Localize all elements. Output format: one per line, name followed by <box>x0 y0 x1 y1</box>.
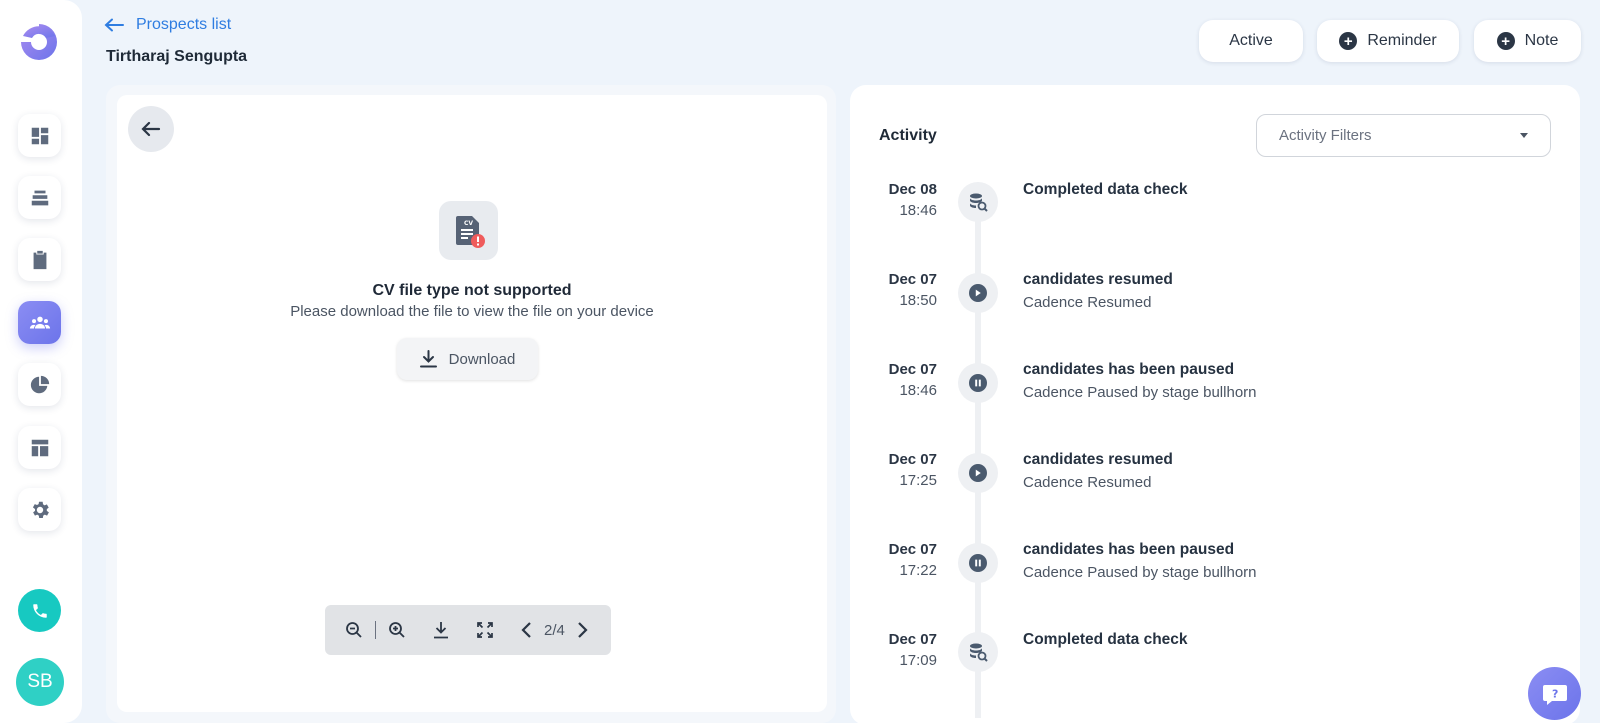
zoom-out-button[interactable] <box>343 619 365 641</box>
play-icon <box>958 453 998 493</box>
zoom-out-icon <box>346 622 362 638</box>
download-icon <box>434 622 448 639</box>
pause-icon <box>958 543 998 583</box>
activity-time: 18:50 <box>899 292 937 309</box>
toolbar-download-button[interactable] <box>430 619 452 641</box>
activity-date: Dec 07 <box>888 541 937 558</box>
back-link-label: Prospects list <box>136 16 232 33</box>
activity-item: Dec 07 17:09 Completed data check <box>880 631 1440 711</box>
cv-file-icon: CV <box>455 215 485 248</box>
app-logo[interactable] <box>19 22 59 62</box>
cv-error-message: Please download the file to view the fil… <box>290 303 654 320</box>
activity-subtitle-text: Cadence Paused by stage bullhorn <box>1023 564 1257 581</box>
zoom-in-button[interactable] <box>386 619 408 641</box>
download-label: Download <box>448 350 516 368</box>
layers-icon <box>31 190 48 205</box>
activity-title-text: Completed data check <box>1023 181 1188 198</box>
activity-time: 18:46 <box>899 202 937 219</box>
data-check-icon <box>958 632 998 672</box>
activity-date: Dec 07 <box>888 271 937 288</box>
sidebar-item-tasks[interactable] <box>18 238 61 281</box>
activity-item: Dec 08 18:46 Completed data check <box>880 181 1440 261</box>
fullscreen-icon <box>477 622 493 638</box>
back-to-prospects-link[interactable]: Prospects list <box>104 14 231 36</box>
toolbar-divider <box>375 621 376 639</box>
status-label: Active <box>1229 32 1273 49</box>
activity-item: Dec 07 17:22 candidates has been paused … <box>880 541 1440 621</box>
phone-icon <box>32 603 47 618</box>
arrow-left-icon <box>141 121 161 137</box>
layout-icon <box>31 439 48 456</box>
activity-title-text: candidates resumed <box>1023 451 1173 468</box>
plus-icon: + <box>1496 32 1515 50</box>
note-label: Note <box>1524 32 1559 49</box>
gear-icon <box>32 501 49 518</box>
sidebar-item-reports[interactable] <box>18 363 61 406</box>
chevron-left-icon <box>521 622 531 638</box>
sidebar: SB <box>0 0 82 723</box>
sidebar-item-settings[interactable] <box>18 488 61 531</box>
dashboard-icon <box>31 127 48 144</box>
activity-title: Activity <box>879 127 937 144</box>
prospect-name: Tirtharaj Sengupta <box>106 48 248 65</box>
reminder-label: Reminder <box>1367 32 1437 49</box>
activity-filter-placeholder: Activity Filters <box>1279 127 1372 144</box>
help-chat-icon: ? <box>1542 684 1567 705</box>
plus-icon: + <box>1339 32 1358 50</box>
clipboard-icon <box>33 250 46 269</box>
arrow-left-icon <box>104 18 124 32</box>
status-button[interactable]: Active <box>1199 20 1303 62</box>
activity-date: Dec 08 <box>888 181 937 198</box>
download-icon <box>419 350 437 368</box>
activity-date: Dec 07 <box>888 451 937 468</box>
activity-time: 17:25 <box>899 472 937 489</box>
activity-title-text: Completed data check <box>1023 631 1188 648</box>
activity-subtitle-text: Cadence Paused by stage bullhorn <box>1023 384 1257 401</box>
prev-page-button[interactable] <box>516 619 538 641</box>
activity-item: Dec 07 18:46 candidates has been paused … <box>880 361 1440 441</box>
svg-text:CV: CV <box>464 220 473 227</box>
chevron-right-icon <box>578 622 588 638</box>
pie-chart-icon <box>30 375 49 393</box>
pause-icon <box>958 363 998 403</box>
activity-subtitle-text: Cadence Resumed <box>1023 294 1152 311</box>
activity-title-text: candidates has been paused <box>1023 361 1235 378</box>
user-avatar[interactable]: SB <box>16 658 64 706</box>
cv-error-title: CV file type not supported <box>372 282 572 299</box>
play-icon <box>958 273 998 313</box>
download-button[interactable]: Download <box>397 338 538 380</box>
activity-item: Dec 07 17:25 candidates resumed Cadence … <box>880 451 1440 531</box>
activity-title-text: candidates resumed <box>1023 271 1173 288</box>
activity-subtitle-text: Cadence Resumed <box>1023 474 1152 491</box>
activity-filter-dropdown[interactable]: Activity Filters <box>1256 114 1551 157</box>
activity-item: Dec 07 18:50 candidates resumed Cadence … <box>880 271 1440 351</box>
activity-time: 17:09 <box>899 652 937 669</box>
caret-down-icon <box>1520 133 1528 138</box>
activity-title-text: candidates has been paused <box>1023 541 1235 558</box>
sidebar-item-layers[interactable] <box>18 176 61 219</box>
data-check-icon <box>958 182 998 222</box>
unsupported-file-icon: CV <box>439 201 498 260</box>
sidebar-item-templates[interactable] <box>18 426 61 469</box>
activity-time: 17:22 <box>899 562 937 579</box>
svg-text:?: ? <box>1552 687 1558 700</box>
cv-back-button[interactable] <box>128 106 174 152</box>
phone-button[interactable] <box>18 589 61 632</box>
people-icon <box>29 316 50 328</box>
activity-time: 18:46 <box>899 382 937 399</box>
help-chat-button[interactable]: ? <box>1528 667 1581 720</box>
activity-date: Dec 07 <box>888 631 937 648</box>
zoom-in-icon <box>389 622 405 638</box>
sidebar-item-dashboard[interactable] <box>18 114 61 157</box>
activity-date: Dec 07 <box>888 361 937 378</box>
viewer-toolbar: 2/4 <box>325 605 611 655</box>
fullscreen-button[interactable] <box>474 619 496 641</box>
sidebar-item-prospects[interactable] <box>18 301 61 344</box>
reminder-button[interactable]: + Reminder <box>1317 20 1459 62</box>
note-button[interactable]: + Note <box>1474 20 1581 62</box>
page-indicator: 2/4 <box>544 621 565 639</box>
next-page-button[interactable] <box>571 619 593 641</box>
